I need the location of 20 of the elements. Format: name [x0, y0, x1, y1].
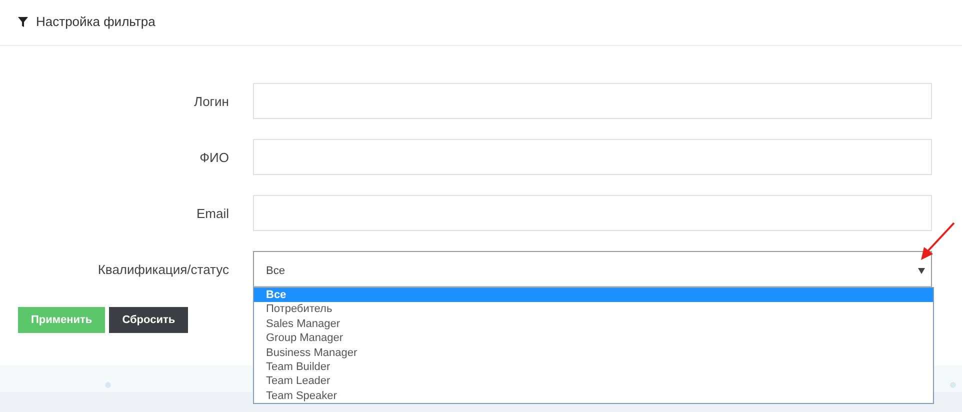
- field-label: Квалификация/статус: [98, 262, 229, 276]
- text-field[interactable]: [253, 139, 932, 175]
- dropdown-option[interactable]: Sales Manager: [254, 316, 933, 332]
- filter-icon: [18, 16, 28, 26]
- field-label: ФИО: [200, 150, 229, 164]
- text-field[interactable]: [253, 83, 932, 119]
- dropdown-option[interactable]: Team Builder: [254, 360, 933, 374]
- dropdown-option[interactable]: Group Manager: [254, 331, 933, 346]
- annotation-arrow: [918, 222, 956, 262]
- status-select[interactable]: Все: [253, 251, 932, 287]
- dropdown-option[interactable]: Team Leader: [254, 374, 933, 389]
- dropdown-option[interactable]: Business Manager: [254, 346, 933, 360]
- field-label: Логин: [194, 94, 229, 108]
- field-label: Email: [196, 206, 229, 220]
- text-field[interactable]: [253, 195, 932, 231]
- panel-title: Настройка фильтра: [36, 14, 156, 29]
- dropdown-option[interactable]: Потребитель: [254, 302, 933, 317]
- dropdown-option[interactable]: Team Speaker: [254, 388, 933, 404]
- caret-icon: [918, 268, 925, 274]
- reset-button[interactable]: Сбросить: [109, 307, 188, 333]
